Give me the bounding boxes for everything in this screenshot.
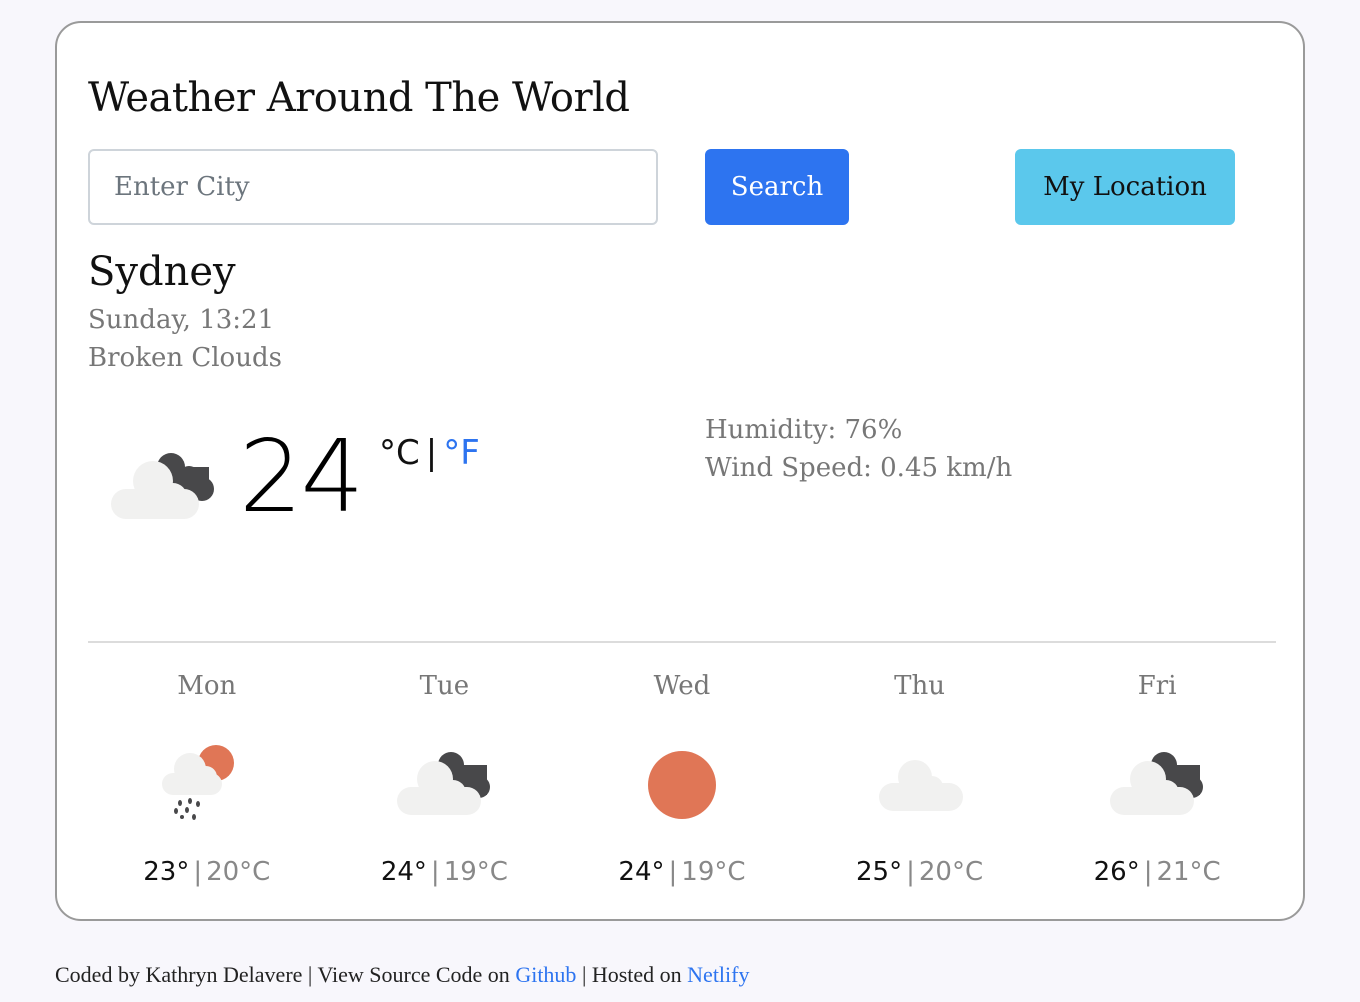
weather-description: Broken Clouds xyxy=(88,343,282,373)
my-location-button[interactable]: My Location xyxy=(1015,149,1235,225)
celsius-unit[interactable]: °C xyxy=(379,433,420,473)
forecast-day: Tue 24° | 19°C xyxy=(326,671,564,887)
weather-details: Humidity: 76% Wind Speed: 0.45 km/h xyxy=(705,411,1012,487)
forecast-day-name: Wed xyxy=(653,671,711,701)
search-button[interactable]: Search xyxy=(705,149,849,225)
forecast-max: 23° xyxy=(143,857,190,887)
forecast-temps: 26° | 21°C xyxy=(1038,857,1276,887)
unit-separator: | xyxy=(425,433,438,473)
temp-separator: | xyxy=(1143,857,1153,887)
current-temperature: 24 xyxy=(239,418,364,535)
forecast-day-name: Thu xyxy=(894,671,945,701)
forecast-day-name: Tue xyxy=(419,671,470,701)
forecast-min: 19°C xyxy=(443,857,508,887)
broken-clouds-icon xyxy=(111,453,214,519)
forecast-day-name: Fri xyxy=(1137,671,1177,701)
forecast-list: Mon 23° | 20°C Tue 24° | 19°C Wed 24° | … xyxy=(88,671,1276,887)
fahrenheit-link[interactable]: °F xyxy=(443,433,480,473)
sun-icon xyxy=(647,751,716,819)
current-datetime: Sunday, 13:21 xyxy=(88,305,275,335)
footer-hosted-text: Hosted on xyxy=(591,962,682,987)
forecast-temps: 23° | 20°C xyxy=(88,857,326,887)
broken-clouds-icon xyxy=(397,752,491,815)
forecast-max: 24° xyxy=(618,857,665,887)
temp-separator: | xyxy=(430,857,440,887)
forecast-min: 20°C xyxy=(918,857,984,887)
cloud-icon xyxy=(878,760,963,811)
forecast-day-name: Mon xyxy=(177,671,237,701)
humidity: Humidity: 76% xyxy=(705,415,903,445)
footer: Coded by Kathryn Delavere | View Source … xyxy=(55,962,750,988)
forecast-day: Fri 26° | 21°C xyxy=(1038,671,1276,887)
footer-separator: | xyxy=(307,962,313,987)
temp-separator: | xyxy=(668,857,678,887)
forecast-temps: 25° | 20°C xyxy=(801,857,1039,887)
forecast-min: 20°C xyxy=(206,857,271,887)
footer-separator: | xyxy=(581,962,587,987)
forecast-max: 26° xyxy=(1093,857,1140,887)
netlify-link[interactable]: Netlify xyxy=(687,962,749,987)
footer-source-text: View Source Code on xyxy=(317,962,510,987)
forecast-max: 25° xyxy=(856,857,903,887)
forecast-max: 24° xyxy=(380,857,427,887)
github-link[interactable]: Github xyxy=(515,962,576,987)
city-name: Sydney xyxy=(88,249,236,295)
page-title: Weather Around The World xyxy=(88,75,630,121)
forecast-temps: 24° | 19°C xyxy=(563,857,801,887)
temp-separator: | xyxy=(193,857,203,887)
temp-separator: | xyxy=(906,857,915,887)
wind-speed: Wind Speed: 0.45 km/h xyxy=(705,453,1013,483)
weather-card: Weather Around The World Search My Locat… xyxy=(55,21,1305,921)
forecast-min: 21°C xyxy=(1156,857,1221,887)
forecast-day: Wed 24° | 19°C xyxy=(563,671,801,887)
forecast-temps: 24° | 19°C xyxy=(326,857,564,887)
forecast-min: 19°C xyxy=(681,857,746,887)
forecast-day: Thu 25° | 20°C xyxy=(801,671,1039,887)
city-search-input[interactable] xyxy=(88,149,658,225)
broken-clouds-icon xyxy=(1110,752,1204,815)
rain-sun-icon xyxy=(161,745,234,820)
footer-credit: Coded by Kathryn Delavere xyxy=(55,962,303,987)
divider xyxy=(88,641,1276,643)
forecast-day: Mon 23° | 20°C xyxy=(88,671,326,887)
unit-toggle: °C | °F xyxy=(379,433,480,473)
